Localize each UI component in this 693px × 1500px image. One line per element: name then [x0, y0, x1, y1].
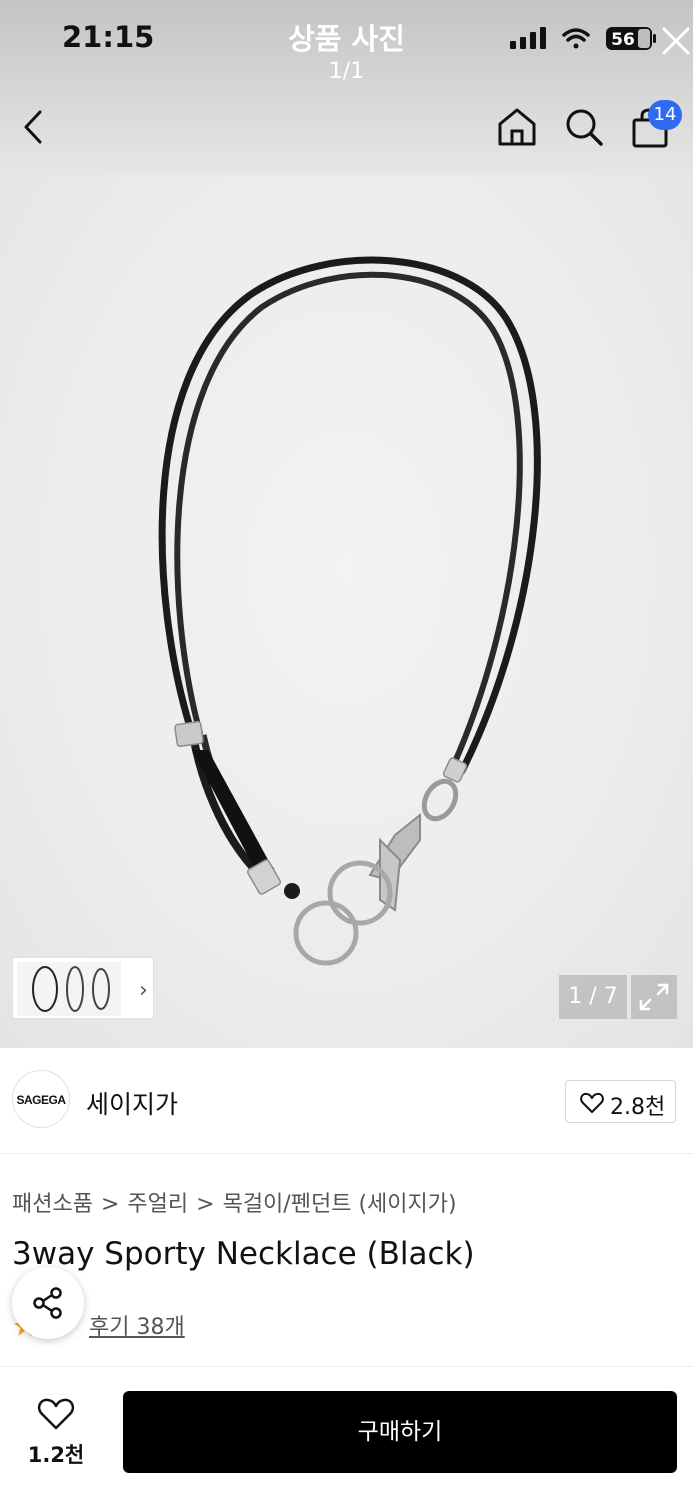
photo-viewer-counter: 1/1 — [328, 59, 365, 84]
top-overlay: 21:15 상품 사진 1/1 56 14 — [0, 0, 693, 175]
breadcrumb-separator: > — [196, 1192, 215, 1217]
thumbnail-strip[interactable]: › — [12, 957, 154, 1019]
search-icon[interactable] — [563, 106, 605, 148]
wishlist-heart-icon[interactable] — [37, 1397, 75, 1431]
necklace-photo — [158, 256, 541, 966]
home-icon[interactable] — [496, 106, 538, 148]
brand-like-count: 2.8천 — [610, 1095, 666, 1120]
back-icon[interactable] — [20, 106, 52, 148]
brand-row[interactable]: SAGEGA 세이지가 2.8천 — [0, 1048, 693, 1154]
wishlist-count: 1.2천 — [27, 1443, 85, 1467]
breadcrumb: 패션소품 > 주얼리 > 목걸이/펜던트 (세이지가) — [12, 1186, 457, 1218]
expand-icon[interactable] — [631, 975, 677, 1019]
brand-name[interactable]: 세이지가 — [86, 1085, 178, 1121]
battery-icon: 56 — [606, 27, 656, 50]
signal-icon — [510, 27, 546, 49]
battery-level: 56 — [611, 30, 635, 50]
image-page-counter: 1 / 7 — [559, 975, 627, 1019]
bottom-action-bar: 1.2천 구매하기 — [0, 1366, 693, 1500]
breadcrumb-separator: > — [100, 1192, 120, 1217]
breadcrumb-item[interactable]: 패션소품 — [12, 1192, 93, 1217]
heart-icon — [580, 1092, 604, 1113]
product-title: 3way Sporty Necklace (Black) — [12, 1236, 475, 1272]
review-count-link[interactable]: 후기 38개 — [89, 1309, 185, 1341]
status-icons: 56 — [510, 26, 660, 61]
chevron-right-icon[interactable]: › — [139, 978, 148, 1003]
breadcrumb-item[interactable]: 목걸이/펜던트 — [223, 1192, 352, 1217]
buy-button[interactable]: 구매하기 — [123, 1391, 677, 1473]
brand-logo[interactable]: SAGEGA — [12, 1070, 70, 1128]
close-icon[interactable] — [661, 26, 691, 56]
cart-count-badge: 14 — [648, 100, 682, 130]
wifi-icon — [562, 28, 590, 49]
product-image[interactable]: › 1 / 7 — [0, 175, 693, 1048]
breadcrumb-brand[interactable]: (세이지가) — [358, 1192, 456, 1217]
breadcrumb-item[interactable]: 주얼리 — [127, 1192, 188, 1217]
share-button[interactable] — [12, 1267, 84, 1339]
brand-like-button[interactable]: 2.8천 — [565, 1080, 676, 1123]
share-icon — [33, 1287, 62, 1319]
thumbnail-image[interactable] — [17, 962, 121, 1016]
